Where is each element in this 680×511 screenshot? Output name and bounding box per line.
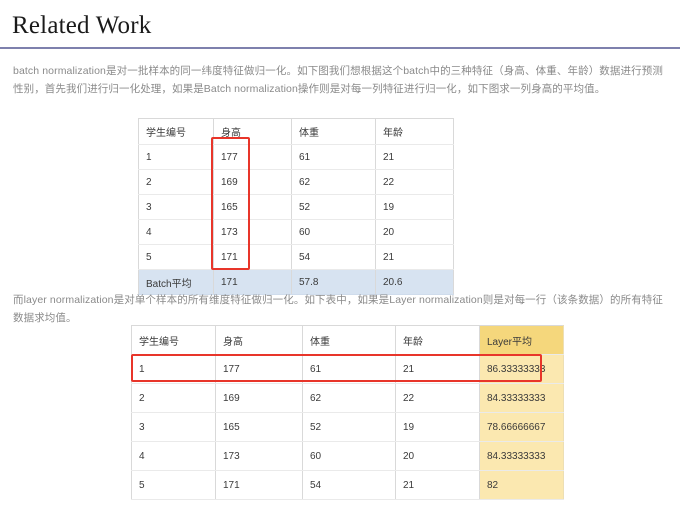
table-cell-layer-average: 78.66666667 [479,412,564,442]
layer-normalization-table: 学生编号 身高 体重 年龄 Layer平均 1 177 61 21 86.333… [131,325,564,500]
table-header-cell: 学生编号 [131,325,216,355]
table-cell: 54 [291,244,376,270]
table-cell-layer-average: 82 [479,470,564,500]
table-cell: 22 [375,169,454,195]
table-header-cell-layer-average: Layer平均 [479,325,564,355]
table-cell: 1 [138,144,214,170]
table-header-cell: 体重 [302,325,396,355]
table-cell: 21 [375,144,454,170]
table-cell: 169 [213,169,292,195]
table-cell: 5 [131,470,216,500]
table-cell: 21 [395,470,480,500]
paragraph-batch-normalization: batch normalization是对一批样本的同一纬度特征做归一化。如下图… [13,65,663,95]
table-row: 3 165 52 19 [138,194,454,220]
table-cell-layer-average: 84.33333333 [479,383,564,413]
table-cell: 52 [291,194,376,220]
table-header-cell: 年龄 [395,325,480,355]
table-cell: 165 [215,412,303,442]
table-row: 1 177 61 21 86.33333333 [131,354,564,384]
table-cell: 5 [138,244,214,270]
page-title: Related Work [12,12,152,39]
table-cell: 20 [395,441,480,471]
table-cell: 21 [375,244,454,270]
table-header-row: 学生编号 身高 体重 年龄 Layer平均 [131,325,564,355]
table-row: 5 171 54 21 [138,244,454,270]
table-cell: 4 [131,441,216,471]
table-cell: 177 [213,144,292,170]
table-header-cell: 年龄 [375,118,454,145]
table-cell: 3 [131,412,216,442]
table-header-cell: 身高 [213,118,292,145]
table-row: 1 177 61 21 [138,144,454,170]
table-cell: 60 [302,441,396,471]
table-row: 2 169 62 22 [138,169,454,195]
table-cell: 173 [215,441,303,471]
table-cell: 171 [215,470,303,500]
table-cell: 54 [302,470,396,500]
table-cell: 2 [138,169,214,195]
table-cell: 60 [291,219,376,245]
table-cell-layer-average: 86.33333333 [479,354,564,384]
table-cell: 22 [395,383,480,413]
table-cell: 19 [395,412,480,442]
table-cell: 62 [302,383,396,413]
table-cell: 61 [291,144,376,170]
table-cell: 3 [138,194,214,220]
table-row: 4 173 60 20 84.33333333 [131,441,564,471]
table-cell: 1 [131,354,216,384]
table-cell: 177 [215,354,303,384]
table-header-row: 学生编号 身高 体重 年龄 [138,118,454,145]
table-cell-layer-average: 84.33333333 [479,441,564,471]
table-cell: 61 [302,354,396,384]
table-header-cell: 学生编号 [138,118,214,145]
table-header-cell: 体重 [291,118,376,145]
table-cell: 62 [291,169,376,195]
table-cell: 173 [213,219,292,245]
table-cell: 165 [213,194,292,220]
table-cell: 2 [131,383,216,413]
title-divider [0,47,680,49]
batch-normalization-table: 学生编号 身高 体重 年龄 1 177 61 21 2 169 62 22 3 … [138,118,454,295]
table-cell: 20 [375,219,454,245]
table-row: 2 169 62 22 84.33333333 [131,383,564,413]
table-cell: 52 [302,412,396,442]
table-cell: 171 [213,244,292,270]
table-row: 5 171 54 21 82 [131,470,564,500]
table-cell: 169 [215,383,303,413]
table-row: 3 165 52 19 78.66666667 [131,412,564,442]
table-cell: 21 [395,354,480,384]
table-cell: 4 [138,219,214,245]
table-cell: 19 [375,194,454,220]
table-row: 4 173 60 20 [138,219,454,245]
table-header-cell: 身高 [215,325,303,355]
paragraph-layer-normalization: 而layer normalization是对单个样本的所有维度特征做归一化。如下… [13,294,663,324]
